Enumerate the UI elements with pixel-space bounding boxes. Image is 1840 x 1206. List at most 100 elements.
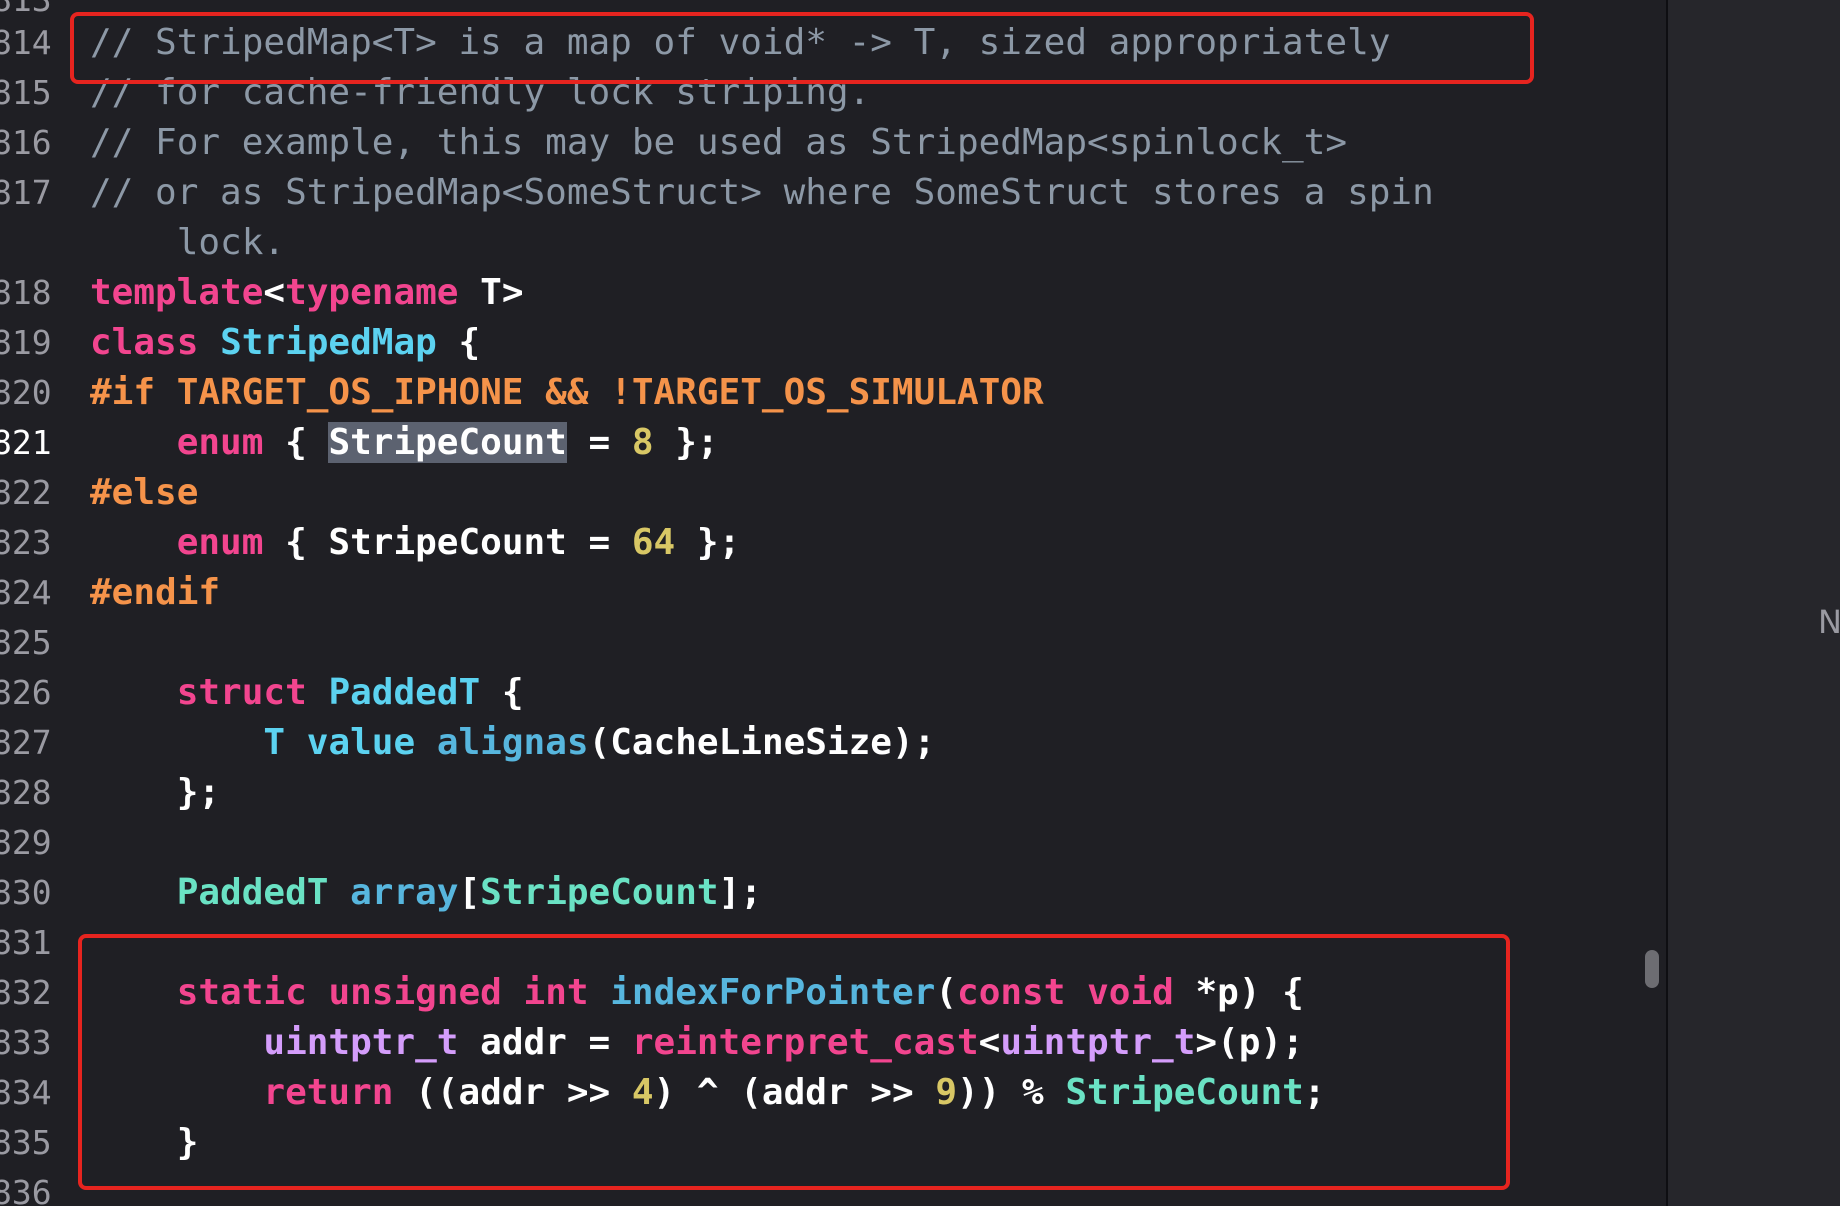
code-token: StripeCount — [480, 872, 719, 913]
code-text: #endif — [90, 568, 220, 618]
code-token: { StripeCount = — [263, 522, 632, 563]
line-number: 817 — [0, 173, 52, 212]
code-token: typename — [285, 272, 459, 313]
code-token: ]; — [718, 872, 762, 913]
line-number: 825 — [0, 623, 52, 662]
annotation-box-comment — [70, 12, 1534, 84]
line-number: 824 — [0, 573, 52, 612]
line-number: 819 — [0, 323, 52, 362]
code-token: PaddedT — [176, 872, 329, 913]
code-token: // or as StripedMap<SomeStruct> where So… — [90, 172, 1434, 213]
scrollbar-track[interactable] — [1636, 0, 1668, 1206]
code-line[interactable]: 820 #if TARGET_OS_IPHONE && !TARGET_OS_SI… — [0, 368, 1636, 418]
line-number: 830 — [0, 873, 52, 912]
code-line[interactable]: 830 PaddedT array[StripeCount]; — [0, 868, 1636, 918]
code-text: struct PaddedT { — [90, 668, 524, 718]
code-token: { — [480, 672, 524, 713]
code-token: class — [90, 322, 199, 363]
code-line[interactable]: 817 // or as StripedMap<SomeStruct> where… — [0, 168, 1636, 218]
code-text: class StripedMap { — [90, 318, 480, 368]
code-token: T> — [458, 272, 524, 313]
code-token: }; — [675, 522, 741, 563]
code-text: // For example, this may be used as Stri… — [90, 118, 1347, 168]
code-line[interactable]: lock. — [0, 218, 1636, 268]
code-token: // For example, this may be used as Stri… — [90, 122, 1348, 163]
code-token: enum — [176, 522, 264, 563]
code-token: = — [566, 422, 632, 463]
code-line[interactable]: 819 class StripedMap { — [0, 318, 1636, 368]
code-token: lock. — [90, 222, 286, 263]
line-number: 832 — [0, 973, 52, 1012]
code-line[interactable]: 829 — [0, 818, 1636, 868]
annotation-box-index-function — [78, 934, 1510, 1190]
line-number: 828 — [0, 773, 52, 812]
code-token: #endif — [90, 572, 221, 613]
code-token: enum — [176, 422, 264, 463]
code-text: enum { StripeCount = 64 }; — [90, 518, 741, 568]
code-token: #if TARGET_OS_IPHONE && !TARGET_OS_SIMUL… — [90, 372, 1044, 413]
line-number: 831 — [0, 923, 52, 962]
code-line[interactable]: 822 #else — [0, 468, 1636, 518]
code-text: PaddedT array[StripeCount]; — [90, 868, 762, 918]
code-token: < — [263, 272, 286, 313]
code-text: template<typename T> — [90, 268, 524, 318]
code-token: (CacheLineSize); — [588, 722, 936, 763]
code-text: #else — [90, 468, 198, 518]
code-line[interactable]: 825 — [0, 618, 1636, 668]
code-line[interactable]: 824 #endif — [0, 568, 1636, 618]
code-line[interactable]: 816 // For example, this may be used as S… — [0, 118, 1636, 168]
code-token: alignas — [436, 722, 589, 763]
code-text: // or as StripedMap<SomeStruct> where So… — [90, 168, 1434, 218]
code-token: StripedMap — [220, 322, 437, 363]
code-line[interactable]: 827 T value alignas(CacheLineSize); — [0, 718, 1636, 768]
line-number: 834 — [0, 1073, 52, 1112]
code-text: enum { StripeCount = 8 }; — [90, 418, 719, 468]
code-token: { — [436, 322, 481, 363]
selected-token: StripeCount — [328, 422, 567, 463]
code-token: 8 — [631, 422, 654, 463]
code-token: { — [263, 422, 329, 463]
code-token: template — [90, 272, 264, 313]
line-number: 820 — [0, 373, 52, 412]
line-number: 821 — [0, 423, 52, 462]
code-text: #if TARGET_OS_IPHONE && !TARGET_OS_SIMUL… — [90, 368, 1044, 418]
code-text: T value alignas(CacheLineSize); — [90, 718, 935, 768]
line-number: 822 — [0, 473, 52, 512]
line-number: 835 — [0, 1123, 52, 1162]
line-number: 829 — [0, 823, 52, 862]
code-text: }; — [90, 768, 220, 818]
code-token: #else — [90, 472, 199, 513]
line-number: 814 — [0, 23, 52, 62]
code-token: PaddedT — [328, 672, 481, 713]
code-token: value — [306, 722, 416, 763]
code-line[interactable]: 828 }; — [0, 768, 1636, 818]
code-line[interactable]: 826 struct PaddedT { — [0, 668, 1636, 718]
line-number: 816 — [0, 123, 52, 162]
side-panel-letter: N — [1818, 603, 1840, 641]
code-token: [ — [458, 872, 481, 913]
code-line[interactable]: 823 enum { StripeCount = 64 }; — [0, 518, 1636, 568]
code-text: lock. — [90, 218, 285, 268]
code-token: T — [263, 722, 286, 763]
code-line[interactable]: 818 template<typename T> — [0, 268, 1636, 318]
code-token: array — [350, 872, 459, 913]
side-panel — [1668, 0, 1840, 1206]
code-line[interactable]: 821 enum { StripeCount = 8 }; — [0, 418, 1636, 468]
scrollbar-thumb[interactable] — [1645, 950, 1659, 988]
code-token: }; — [653, 422, 719, 463]
line-number: 836 — [0, 1173, 52, 1206]
line-number: 833 — [0, 1023, 52, 1062]
code-editor[interactable]: 813814// StripedMap<T> is a map of void*… — [0, 0, 1840, 1206]
code-token: 64 — [631, 522, 676, 563]
line-number: 818 — [0, 273, 52, 312]
